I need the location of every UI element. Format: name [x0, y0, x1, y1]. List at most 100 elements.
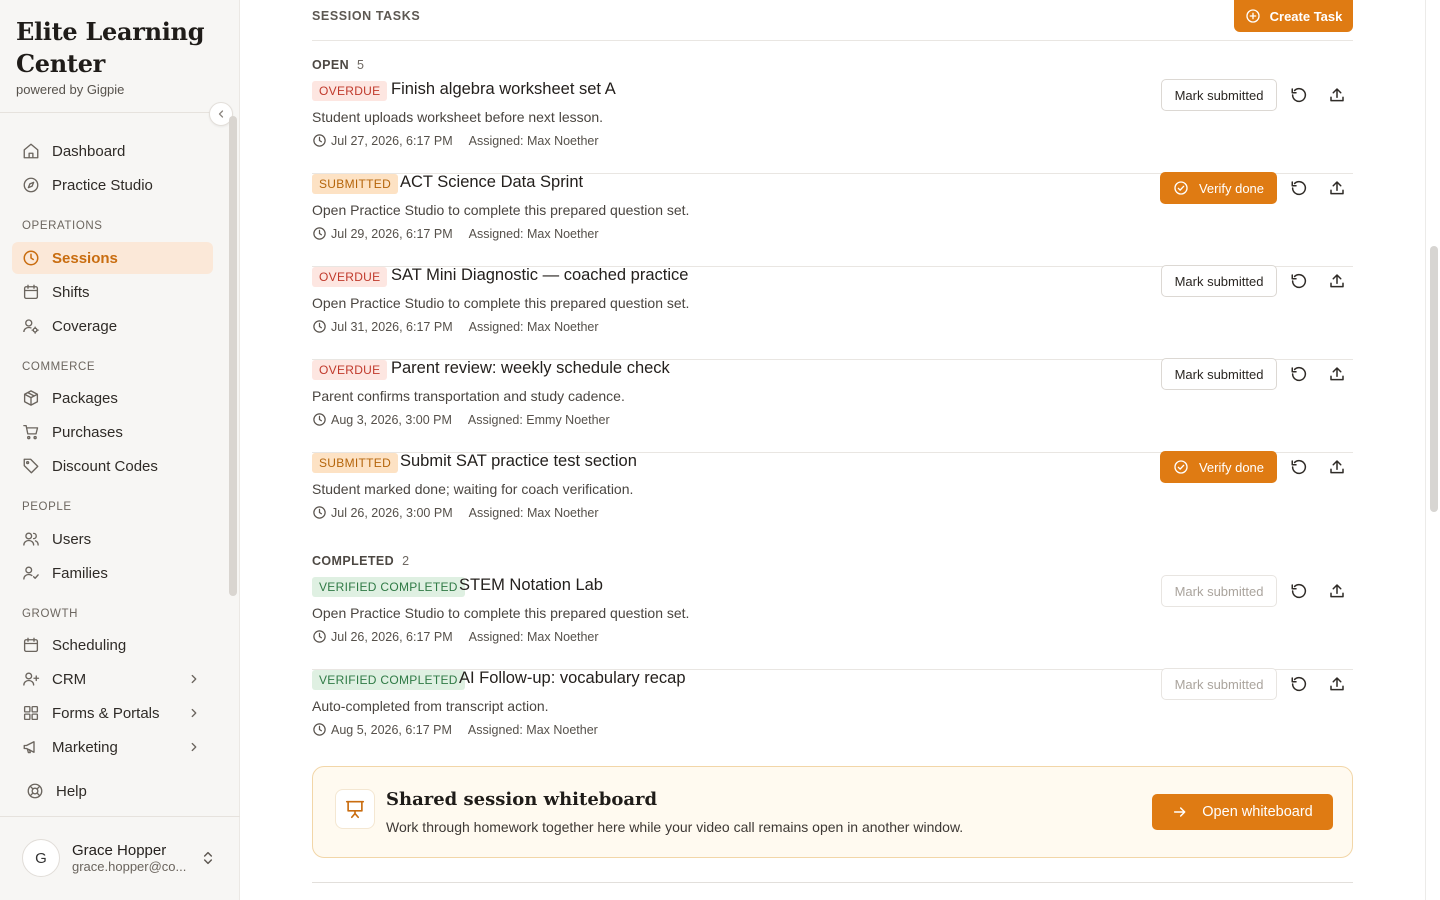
group-label-completed: COMPLETED 2: [312, 554, 409, 568]
sidebar-item-label: Discount Codes: [52, 457, 158, 475]
user-gear-icon: [23, 319, 39, 334]
create-task-button[interactable]: Create Task: [1234, 0, 1353, 32]
task-title[interactable]: ACT Science Data Sprint: [400, 173, 583, 192]
upload-icon[interactable]: [1328, 675, 1346, 693]
sidebar-item-label: CRM: [52, 670, 87, 688]
presentation-icon: [345, 800, 365, 819]
sidebar-item-practice-studio[interactable]: Practice Studio: [12, 169, 213, 201]
reset-icon[interactable]: [1290, 179, 1308, 197]
upload-icon[interactable]: [1328, 179, 1346, 197]
task-title[interactable]: AI Follow-up: vocabulary recap: [459, 669, 686, 688]
task-assignee: Assigned: Max Noether: [468, 226, 599, 241]
task-description: Auto-completed from transcript action.: [312, 698, 549, 714]
plus-circle-icon: [1245, 9, 1260, 23]
reset-icon[interactable]: [1290, 272, 1308, 290]
group-label-open: OPEN 5: [312, 58, 364, 72]
package-icon: [23, 390, 39, 406]
upload-icon[interactable]: [1328, 365, 1346, 383]
task-title[interactable]: SAT Mini Diagnostic — coached practice: [391, 266, 688, 285]
sidebar-item-dashboard[interactable]: Dashboard: [12, 135, 213, 167]
mark-submitted-label: Mark submitted: [1174, 676, 1264, 692]
sidebar-item-label: Purchases: [52, 423, 123, 441]
task-date: Aug 3, 2026, 3:00 PM: [331, 412, 452, 427]
task-date: Jul 31, 2026, 6:17 PM: [331, 319, 453, 334]
reset-icon[interactable]: [1290, 86, 1308, 104]
mark-submitted-button[interactable]: Mark submitted: [1161, 358, 1277, 390]
sidebar-item-label: Packages: [52, 389, 118, 407]
clock-icon: [313, 630, 326, 643]
mark-submitted-button[interactable]: Mark submitted: [1161, 265, 1277, 297]
clock-icon: [313, 506, 326, 519]
task-row: OVERDUE Finish algebra worksheet set A Stu…: [312, 79, 1353, 174]
user-menu[interactable]: G Grace Hopper grace.hopper@co...: [22, 838, 222, 878]
task-assignee: Assigned: Max Noether: [468, 629, 599, 644]
status-badge: OVERDUE: [312, 81, 388, 101]
mark-submitted-button[interactable]: Mark submitted: [1161, 668, 1277, 700]
sidebar-item-forms-portals[interactable]: Forms & Portals: [12, 697, 213, 729]
upload-icon[interactable]: [1328, 86, 1346, 104]
user-email: grace.hopper@co...: [72, 859, 187, 874]
verify-done-button[interactable]: Verify done: [1160, 172, 1277, 204]
sidebar-item-crm[interactable]: CRM: [12, 663, 213, 695]
status-badge: VERIFIED COMPLETED: [312, 577, 465, 597]
task-meta: Aug 3, 2026, 3:00 PM Assigned: Emmy Noeth…: [312, 412, 610, 427]
upload-icon[interactable]: [1328, 458, 1346, 476]
reset-icon[interactable]: [1290, 675, 1308, 693]
open-whiteboard-button[interactable]: Open whiteboard: [1152, 794, 1333, 830]
task-description: Student marked done; waiting for coach v…: [312, 481, 634, 497]
sidebar-item-sessions[interactable]: Sessions: [12, 242, 213, 274]
lifebuoy-icon: [27, 783, 43, 799]
task-title[interactable]: Finish algebra worksheet set A: [391, 80, 616, 99]
task-assignee: Assigned: Max Noether: [467, 722, 598, 737]
arrow-right-icon: [1174, 807, 1186, 817]
upload-icon[interactable]: [1328, 272, 1346, 290]
sidebar-item-label: Sessions: [52, 249, 118, 267]
reset-icon[interactable]: [1290, 365, 1308, 383]
status-badge: SUBMITTED: [312, 174, 399, 194]
reset-icon[interactable]: [1290, 458, 1308, 476]
mark-submitted-button[interactable]: Mark submitted: [1161, 79, 1277, 111]
sidebar-item-packages[interactable]: Packages: [12, 382, 213, 414]
reset-icon[interactable]: [1290, 582, 1308, 600]
task-title[interactable]: STEM Notation Lab: [459, 576, 603, 595]
task-row: SUBMITTED ACT Science Data Sprint Open Pra…: [312, 172, 1353, 267]
group-count: 5: [357, 58, 365, 72]
task-title[interactable]: Parent review: weekly schedule check: [391, 359, 670, 378]
verify-done-label: Verify done: [1198, 459, 1265, 475]
sidebar-item-label: Forms & Portals: [52, 704, 160, 722]
verify-done-button[interactable]: Verify done: [1160, 451, 1277, 483]
page-scrollbar[interactable]: [1430, 246, 1438, 512]
whiteboard-title: Shared session whiteboard: [386, 789, 658, 810]
compass-icon: [23, 177, 39, 193]
sidebar-item-scheduling[interactable]: Scheduling: [12, 629, 213, 661]
avatar: G: [22, 839, 60, 877]
mark-submitted-label: Mark submitted: [1174, 87, 1264, 103]
sidebar-scrollbar[interactable]: [229, 116, 237, 596]
status-badge: VERIFIED COMPLETED: [312, 670, 465, 690]
sidebar-item-marketing[interactable]: Marketing: [12, 731, 213, 763]
sidebar-item-families[interactable]: Families: [12, 557, 213, 589]
upload-icon[interactable]: [1328, 582, 1346, 600]
nav-section-people: PEOPLE: [22, 501, 72, 513]
sidebar-item-label: Scheduling: [52, 636, 127, 654]
mark-submitted-button[interactable]: Mark submitted: [1161, 575, 1277, 607]
clock-icon: [313, 413, 326, 426]
mark-submitted-label: Mark submitted: [1174, 273, 1264, 289]
group-label-text: OPEN: [312, 58, 350, 72]
status-badge: OVERDUE: [312, 267, 388, 287]
sidebar-item-discount-codes[interactable]: Discount Codes: [12, 450, 213, 482]
chevron-right-icon: [191, 742, 197, 752]
help-link[interactable]: Help: [16, 776, 216, 806]
sidebar-item-label: Coverage: [52, 317, 118, 335]
task-row: VERIFIED COMPLETED STEM Notation Lab Open …: [312, 575, 1353, 670]
sidebar: Elite Learning Center powered by Gigpie …: [0, 0, 240, 900]
task-title[interactable]: Submit SAT practice test section: [400, 452, 637, 471]
sidebar-item-purchases[interactable]: Purchases: [12, 416, 213, 448]
sidebar-item-coverage[interactable]: Coverage: [12, 310, 213, 342]
task-row: SUBMITTED Submit SAT practice test sectio…: [312, 451, 1353, 546]
sidebar-item-label: Practice Studio: [52, 176, 153, 194]
sidebar-item-shifts[interactable]: Shifts: [12, 276, 213, 308]
sidebar-item-users[interactable]: Users: [12, 523, 213, 555]
users-icon: [23, 532, 39, 546]
divider: [312, 40, 1353, 41]
